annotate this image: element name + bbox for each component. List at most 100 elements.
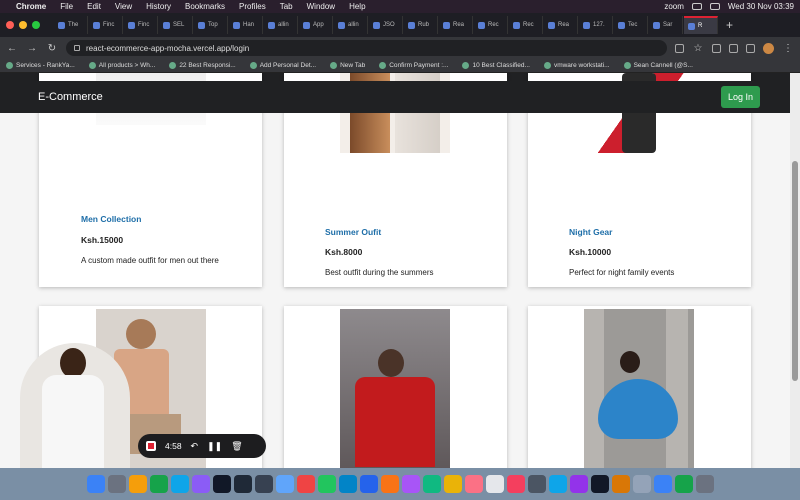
browser-tab[interactable]: Rea (439, 16, 473, 34)
browser-tab[interactable]: App (299, 16, 333, 34)
browser-tab[interactable]: Sar (649, 16, 683, 34)
product-card[interactable] (284, 306, 507, 468)
reload-icon[interactable]: ↻ (46, 43, 58, 54)
dock-app-icon[interactable] (149, 475, 168, 493)
bookmark-star-icon[interactable]: ☆ (692, 43, 704, 54)
login-button[interactable]: Log In (720, 86, 760, 108)
browser-tab[interactable]: allin (334, 16, 368, 34)
dock-app-icon[interactable] (485, 475, 504, 493)
bookmark-item[interactable]: vmware workstati... (543, 62, 610, 69)
browser-tab[interactable]: Rec (474, 16, 508, 34)
product-card[interactable] (528, 306, 751, 468)
menu-window[interactable]: Window (307, 2, 335, 11)
menu-profiles[interactable]: Profiles (239, 2, 266, 11)
forward-icon[interactable]: → (26, 43, 38, 54)
browser-tab[interactable]: 127. (579, 16, 613, 34)
dock-app-icon[interactable] (527, 475, 546, 493)
dock-app-icon[interactable] (380, 475, 399, 493)
new-tab-button[interactable]: + (726, 18, 733, 32)
dock-app-icon[interactable] (506, 475, 525, 493)
dock-app-icon[interactable] (422, 475, 441, 493)
dock-app-icon[interactable] (443, 475, 462, 493)
wifi-icon[interactable] (709, 3, 720, 10)
bookmark-item[interactable]: 22 Best Responsi... (169, 62, 236, 69)
page-scrollbar[interactable] (790, 73, 800, 468)
menu-edit[interactable]: Edit (87, 2, 101, 11)
dock-app-icon[interactable] (590, 475, 609, 493)
product-title[interactable]: Summer Oufit (325, 227, 381, 237)
browser-tab[interactable]: Han (229, 16, 263, 34)
scrollbar-thumb[interactable] (792, 161, 798, 381)
back-icon[interactable]: ← (6, 43, 18, 54)
bookmark-item[interactable]: New Tab (330, 62, 365, 69)
menu-file[interactable]: File (60, 2, 73, 11)
clock[interactable]: Wed 30 Nov 03:39 (728, 2, 794, 11)
dock-app-icon[interactable] (653, 475, 672, 493)
bookmark-item[interactable]: All products > Wh... (88, 62, 155, 69)
menu-kebab-icon[interactable]: ⋮ (782, 43, 794, 54)
browser-tab[interactable]: Finc (89, 16, 123, 34)
dock-app-icon[interactable] (191, 475, 210, 493)
browser-tab[interactable]: allin (264, 16, 298, 34)
dock-app-icon[interactable] (548, 475, 567, 493)
menu-bookmarks[interactable]: Bookmarks (185, 2, 225, 11)
browser-tab[interactable]: Rec (509, 16, 543, 34)
pause-icon[interactable]: ❚❚ (207, 441, 222, 452)
minimize-window-icon[interactable] (19, 21, 27, 29)
bookmark-item[interactable]: Add Personal Det... (249, 62, 316, 69)
puzzle-icon[interactable] (729, 43, 738, 53)
bookmark-item[interactable]: 10 Best Classified... (462, 62, 530, 69)
extension-icon[interactable] (712, 43, 721, 53)
brand-title[interactable]: E-Commerce (38, 91, 103, 103)
dock-app-icon[interactable] (338, 475, 357, 493)
share-icon[interactable] (675, 43, 684, 53)
browser-tab[interactable]: Finc (124, 16, 158, 34)
browser-tab[interactable]: R (684, 16, 718, 34)
browser-tab[interactable]: Top (194, 16, 228, 34)
dock-app-icon[interactable] (674, 475, 693, 493)
trash-icon[interactable]: 🗑 (231, 441, 242, 452)
dock-app-icon[interactable] (632, 475, 651, 493)
dock-app-icon[interactable] (86, 475, 105, 493)
maximize-window-icon[interactable] (32, 21, 40, 29)
close-window-icon[interactable] (6, 21, 14, 29)
browser-tab[interactable]: The (54, 16, 88, 34)
dock-app-icon[interactable] (212, 475, 231, 493)
profile-avatar[interactable] (763, 42, 774, 54)
dock-app-icon[interactable] (317, 475, 336, 493)
dock-app-icon[interactable] (695, 475, 714, 493)
zoom-status[interactable]: zoom (664, 2, 684, 11)
dock-app-icon[interactable] (254, 475, 273, 493)
browser-tab[interactable]: JSO (369, 16, 403, 34)
dock-app-icon[interactable] (233, 475, 252, 493)
undo-icon[interactable]: ↶ (191, 441, 199, 452)
battery-icon[interactable] (691, 3, 702, 10)
stop-recording-button[interactable] (146, 441, 156, 451)
dock-app-icon[interactable] (275, 475, 294, 493)
dock-app-icon[interactable] (170, 475, 189, 493)
dock-app-icon[interactable] (611, 475, 630, 493)
product-title[interactable]: Night Gear (569, 227, 612, 237)
dock-app-icon[interactable] (359, 475, 378, 493)
url-text[interactable]: react-ecommerce-app-mocha.vercel.app/log… (86, 44, 249, 53)
browser-tab[interactable]: Rea (544, 16, 578, 34)
menu-view[interactable]: View (115, 2, 132, 11)
menu-history[interactable]: History (146, 2, 171, 11)
dock-app-icon[interactable] (401, 475, 420, 493)
menu-app-name[interactable]: Chrome (16, 2, 46, 11)
browser-tab[interactable]: Tec (614, 16, 648, 34)
dock-app-icon[interactable] (464, 475, 483, 493)
menu-tab[interactable]: Tab (280, 2, 293, 11)
dock-app-icon[interactable] (569, 475, 588, 493)
dock-app-icon[interactable] (107, 475, 126, 493)
menu-help[interactable]: Help (349, 2, 365, 11)
bookmark-item[interactable]: Sean Cannell (@S... (623, 62, 693, 69)
dock-app-icon[interactable] (128, 475, 147, 493)
bookmark-item[interactable]: Confirm Payment :... (379, 62, 448, 69)
product-title[interactable]: Men Collection (81, 214, 141, 224)
address-bar[interactable]: react-ecommerce-app-mocha.vercel.app/log… (66, 40, 667, 56)
dock-app-icon[interactable] (296, 475, 315, 493)
sidebar-icon[interactable] (746, 43, 755, 53)
browser-tab[interactable]: SEL (159, 16, 193, 34)
bookmark-item[interactable]: Services - RankYa... (6, 62, 75, 69)
